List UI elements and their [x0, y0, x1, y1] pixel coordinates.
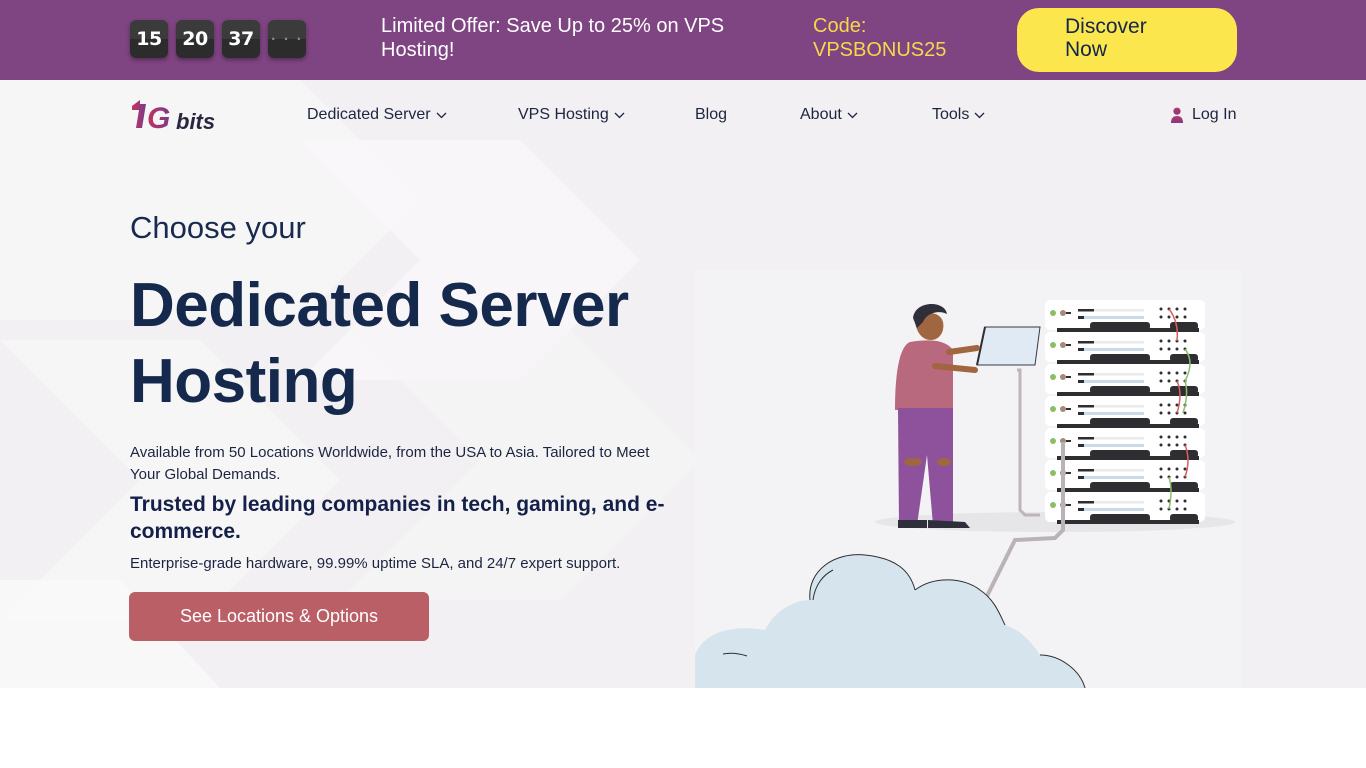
discover-now-label: Discover Now	[1065, 15, 1147, 61]
hero-features-line: Enterprise-grade hardware, 99.99% uptime…	[130, 555, 621, 572]
server-rack-icon	[1045, 300, 1205, 524]
nav-tools[interactable]: Tools	[932, 106, 985, 124]
laptop-stand-icon	[976, 326, 1041, 517]
promo-code-value: VPSBONUS25	[813, 39, 947, 61]
promo-banner: 15 20 37 · · · Limited Offer: Save Up to…	[0, 0, 1366, 80]
chevron-down-icon	[436, 112, 447, 118]
countdown-seconds: 37	[222, 20, 260, 58]
person-illustration	[895, 303, 980, 528]
chevron-down-icon	[974, 112, 985, 118]
user-icon	[1171, 107, 1183, 123]
hero-description: Available from 50 Locations Worldwide, f…	[130, 444, 650, 483]
login-label: Log In	[1192, 106, 1237, 123]
main-nav: Dedicated Server VPS Hosting Blog About …	[0, 106, 1366, 128]
promo-code-label: Code:	[813, 15, 867, 37]
nav-label: About	[800, 106, 842, 123]
nav-about[interactable]: About	[800, 106, 858, 124]
chevron-down-icon	[614, 112, 625, 118]
promo-message: Limited Offer: Save Up to 25% on VPS Hos…	[381, 15, 725, 61]
nav-vps-hosting[interactable]: VPS Hosting	[518, 106, 625, 124]
discover-now-button[interactable]: Discover Now	[1017, 8, 1237, 72]
nav-dedicated-server[interactable]: Dedicated Server	[307, 106, 447, 124]
countdown-hours: 15	[130, 20, 168, 58]
login-link[interactable]: Log In	[1170, 106, 1236, 124]
promo-code: Code: VPSBONUS25	[813, 14, 983, 62]
countdown-extra: · · ·	[268, 20, 306, 58]
nav-label: VPS Hosting	[518, 106, 609, 123]
chevron-down-icon	[847, 112, 858, 118]
see-locations-button[interactable]: See Locations & Options	[129, 592, 429, 641]
hero-title: Dedicated Server Hosting	[130, 271, 629, 416]
nav-label: Tools	[932, 106, 970, 123]
hero-trust-line: Trusted by leading companies in tech, ga…	[130, 493, 665, 543]
nav-label: Dedicated Server	[307, 106, 431, 123]
countdown-minutes: 20	[176, 20, 214, 58]
nav-label: Blog	[695, 106, 728, 123]
hero-illustration	[695, 270, 1241, 688]
hero-eyebrow: Choose your	[130, 210, 306, 245]
countdown-timer: 15 20 37 · · ·	[130, 20, 306, 58]
nav-blog[interactable]: Blog	[695, 106, 727, 124]
cloud-icon	[695, 554, 1086, 688]
